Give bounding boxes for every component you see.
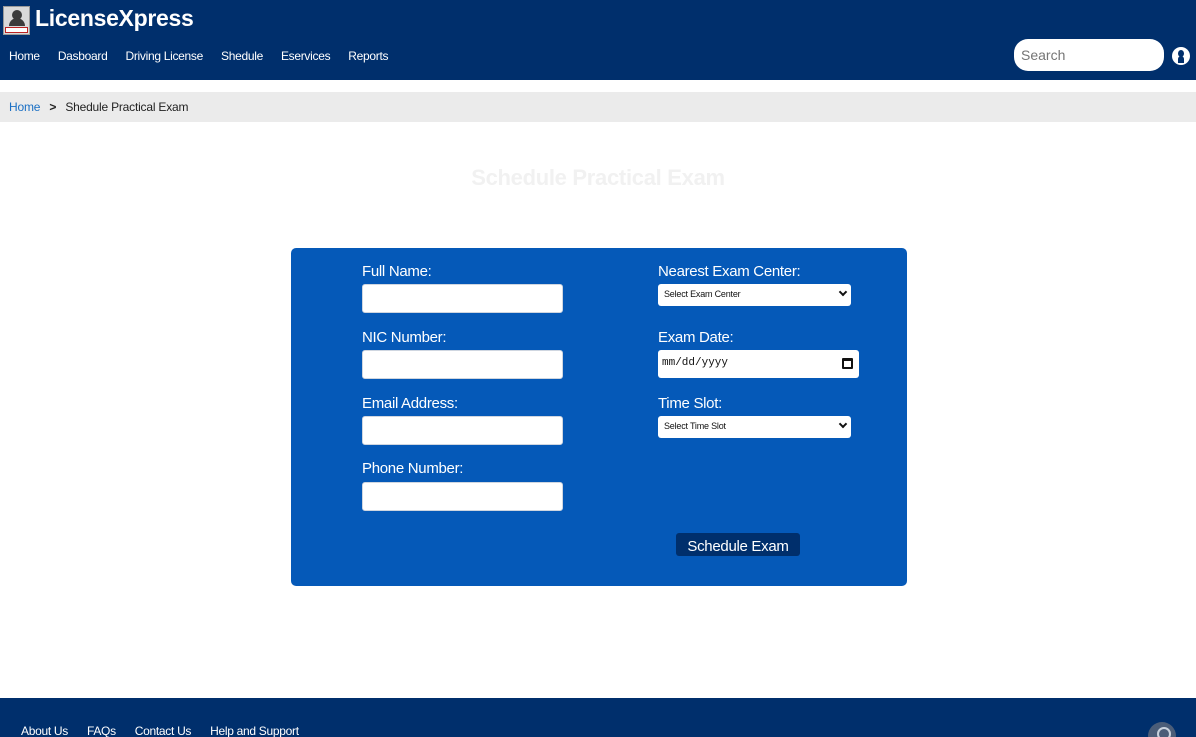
footer-link-faqs[interactable]: FAQs (87, 724, 116, 737)
footer-link-about-us[interactable]: About Us (21, 724, 68, 737)
chevron-down-icon (838, 287, 848, 297)
chat-support-icon[interactable] (1148, 722, 1176, 737)
search-input[interactable] (1014, 39, 1164, 71)
full-name-field[interactable] (362, 284, 563, 313)
footer-link-help-support[interactable]: Help and Support (210, 724, 299, 737)
time-slot-selected: Select Time Slot (664, 421, 726, 431)
chevron-down-icon (838, 419, 848, 429)
exam-center-select[interactable]: Select Exam Center (658, 284, 851, 306)
user-icon[interactable] (1172, 47, 1190, 65)
nav-item-eservices[interactable]: Eservices (281, 49, 331, 63)
exam-center-label: Nearest Exam Center: (658, 263, 801, 280)
main-nav: Home Dasboard Driving License Shedule Es… (9, 49, 406, 63)
page-title: Schedule Practical Exam (471, 165, 725, 190)
nic-number-label: NIC Number: (362, 329, 447, 346)
exam-center-selected: Select Exam Center (664, 289, 741, 299)
top-header: LicenseXpress Home Dasboard Driving Lice… (0, 0, 1196, 80)
time-slot-select[interactable]: Select Time Slot (658, 416, 851, 438)
breadcrumb-home-link[interactable]: Home (9, 100, 40, 114)
breadcrumb: Home > Shedule Practical Exam (0, 92, 1196, 122)
nic-number-field[interactable] (362, 350, 563, 379)
nav-item-reports[interactable]: Reports (348, 49, 388, 63)
footer: About Us FAQs Contact Us Help and Suppor… (0, 698, 1196, 737)
email-label: Email Address: (362, 395, 458, 412)
calendar-icon[interactable] (842, 358, 853, 369)
schedule-exam-button[interactable]: Schedule Exam (676, 533, 800, 556)
schedule-exam-form: Full Name: NIC Number: Email Address: Ph… (291, 248, 907, 586)
nav-item-schedule[interactable]: Shedule (221, 49, 263, 63)
time-slot-label: Time Slot: (658, 395, 722, 412)
breadcrumb-current: Shedule Practical Exam (65, 100, 189, 114)
phone-number-label: Phone Number: (362, 460, 464, 477)
exam-date-field[interactable]: mm/dd/yyyy (658, 350, 859, 378)
license-logo-icon[interactable] (3, 6, 30, 35)
nav-item-driving-license[interactable]: Driving License (125, 49, 203, 63)
nav-item-home[interactable]: Home (9, 49, 40, 63)
exam-date-label: Exam Date: (658, 329, 734, 346)
footer-links: About Us FAQs Contact Us Help and Suppor… (21, 724, 318, 737)
phone-number-field[interactable] (362, 482, 563, 511)
nav-item-dashboard[interactable]: Dasboard (58, 49, 108, 63)
breadcrumb-separator: > (49, 100, 57, 114)
email-field[interactable] (362, 416, 563, 445)
full-name-label: Full Name: (362, 263, 432, 280)
footer-link-contact-us[interactable]: Contact Us (135, 724, 192, 737)
brand-title[interactable]: LicenseXpress (35, 5, 194, 32)
exam-date-placeholder: mm/dd/yyyy (662, 357, 729, 369)
